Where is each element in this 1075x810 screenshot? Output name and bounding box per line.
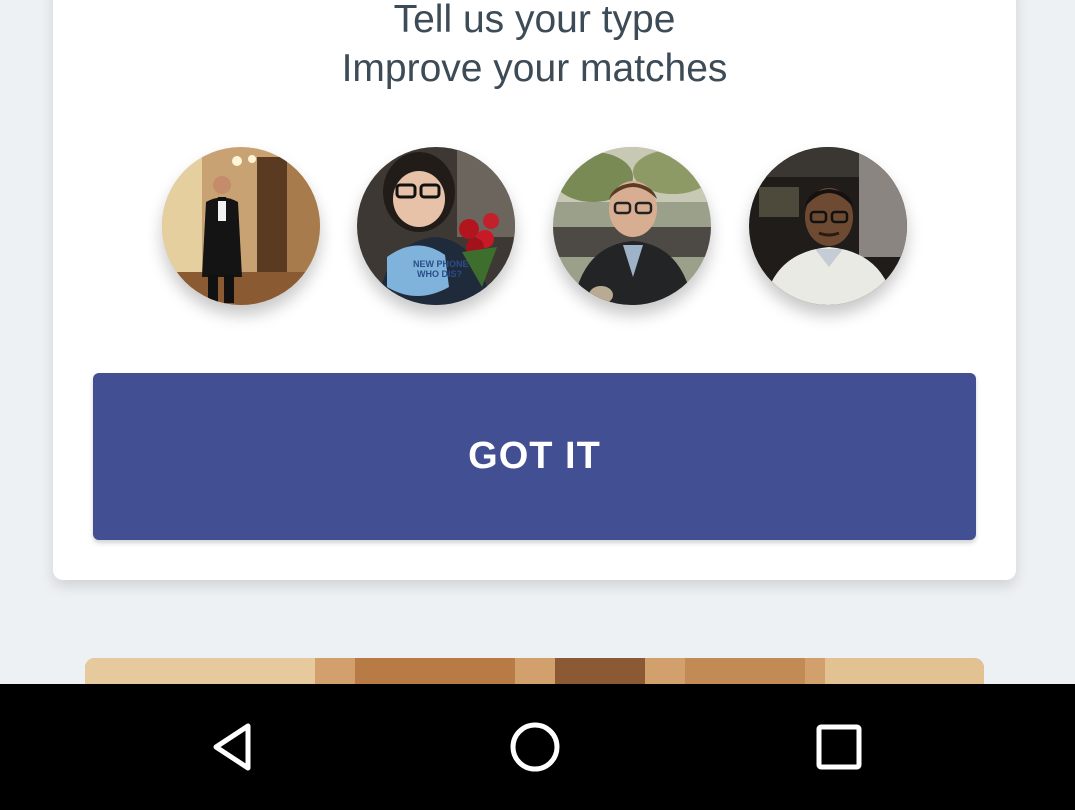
shirt-text-line1: NEW PHONE bbox=[413, 259, 469, 269]
back-button[interactable] bbox=[203, 717, 263, 777]
profile-photo-puffer-jacket[interactable] bbox=[553, 147, 711, 305]
app-screen: Tell us your type Improve your matches N… bbox=[0, 0, 1075, 810]
home-button[interactable] bbox=[505, 717, 565, 777]
headline-line1: Tell us your type bbox=[393, 0, 676, 41]
headline-line2: Improve your matches bbox=[341, 47, 728, 90]
triangle-back-icon bbox=[213, 723, 251, 771]
onboarding-card: Tell us your type Improve your matches N… bbox=[53, 0, 1016, 580]
profile-photos-row: NEW PHONE WHO DIS? bbox=[53, 147, 1016, 307]
shirt-text-line2: WHO DIS? bbox=[417, 269, 462, 279]
system-navigation-bar bbox=[0, 684, 1075, 810]
profile-photo-sweater[interactable] bbox=[749, 147, 907, 305]
circle-home-icon bbox=[510, 722, 560, 772]
got-it-button[interactable]: GOT IT bbox=[93, 373, 976, 540]
recents-button[interactable] bbox=[809, 717, 869, 777]
square-recents-icon bbox=[816, 724, 862, 770]
profile-photo-tuxedo[interactable] bbox=[162, 147, 320, 305]
profile-photo-roses[interactable]: NEW PHONE WHO DIS? bbox=[357, 147, 515, 305]
